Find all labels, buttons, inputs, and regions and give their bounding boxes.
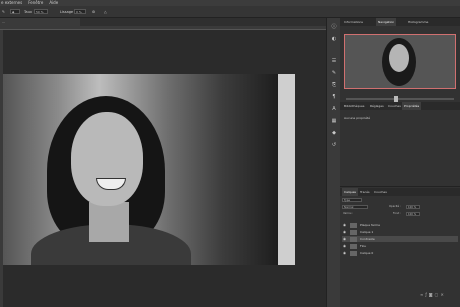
clone-icon[interactable]: ⎘ — [331, 82, 337, 88]
tab-navigation[interactable]: Navigation — [376, 18, 397, 26]
angle-icon[interactable]: △ — [104, 9, 107, 15]
char-icon[interactable]: A — [331, 106, 337, 112]
fill-label: Fond : — [393, 212, 401, 215]
mid-panel-tabs: Bibliothèques Réglages Couches Propriété… — [340, 102, 460, 110]
photo-neck — [89, 202, 129, 242]
layer-row[interactable]: ◉ Calque 1 — [342, 229, 458, 235]
document-canvas[interactable] — [3, 74, 295, 265]
properties-text: Aucune propriété — [344, 116, 370, 120]
lissage-field[interactable]: 0 % — [74, 9, 86, 14]
brush-size-picker[interactable]: ◆ — [10, 9, 20, 14]
document-tab[interactable]: ... — [0, 18, 80, 26]
document-tab-title: ... — [2, 20, 5, 24]
photo-face — [71, 112, 143, 206]
eye-icon[interactable]: ◉ — [343, 250, 346, 256]
layer-name: Calque 0 — [360, 251, 374, 255]
tab-bibliotheques[interactable]: Bibliothèques — [342, 102, 366, 110]
size-field[interactable]: 50 % — [34, 9, 48, 14]
layers-panel-tabs: Calques Tracés Couches — [340, 188, 460, 196]
tab-couches-layers[interactable]: Couches — [372, 188, 389, 196]
paragraph-icon[interactable]: ¶ — [331, 94, 337, 100]
eye-icon[interactable]: ◉ — [343, 229, 346, 235]
right-panel-dock: Informations Navigation Histogramme Bibl… — [340, 18, 460, 307]
trash-icon[interactable]: ✕ — [440, 292, 445, 297]
tool-preset-icon[interactable]: ✎ — [2, 9, 5, 15]
layer-thumbnail — [350, 222, 357, 228]
navigator-view-frame[interactable] — [344, 34, 456, 89]
tab-calques[interactable]: Calques — [342, 188, 358, 196]
brush-panel-icon[interactable]: ✎ — [331, 70, 337, 76]
document-tab-bar: ... — [0, 18, 330, 26]
layers-footer-icons: ∞ƒ◙▢✕ — [420, 292, 446, 297]
canvas-area[interactable] — [3, 30, 326, 307]
portrait-photo — [3, 74, 278, 265]
tab-histogramme[interactable]: Histogramme — [406, 18, 430, 26]
layer-name: Flou — [360, 244, 367, 248]
info-panel-icon[interactable]: ⓘ — [331, 24, 337, 30]
lock-label: Verrou : — [343, 212, 354, 215]
toolbox-strip: ⓘ ◐ ☰ ✎ ⎘ ¶ A ▦ ◆ ↺ — [326, 18, 341, 307]
styles-icon[interactable]: ◆ — [331, 130, 337, 136]
swatches-icon[interactable]: ▦ — [331, 118, 337, 124]
zoom-slider[interactable] — [346, 96, 454, 102]
layer-name: Contraste — [360, 237, 375, 241]
layer-kind-filter[interactable]: Type — [342, 198, 362, 202]
tab-couches[interactable]: Couches — [386, 102, 403, 110]
navigator-preview[interactable] — [344, 34, 456, 89]
layer-thumbnail — [350, 250, 357, 256]
settings-gear-icon[interactable]: ⚙ — [92, 9, 95, 15]
layer-row[interactable]: ◉ Contraste — [342, 236, 458, 242]
layer-row[interactable]: ◉ Plaque ferme — [342, 222, 458, 228]
layer-thumbnail — [350, 236, 357, 242]
tab-traces[interactable]: Tracés — [358, 188, 372, 196]
opacity-label: Opacité : — [389, 205, 401, 208]
layer-row[interactable]: ◉ Flou — [342, 243, 458, 249]
eye-icon[interactable]: ◉ — [343, 236, 346, 242]
tab-reglages[interactable]: Réglages — [368, 102, 386, 110]
opacity-field[interactable]: 100 % — [406, 205, 420, 209]
layers-divider — [340, 186, 460, 187]
options-bar: ✎ ◆ Taux 50 % Lissage : 0 % ⚙ △ — [0, 6, 460, 18]
tab-informations[interactable]: Informations — [342, 18, 365, 26]
size-label: Taux — [24, 10, 32, 14]
adjust-icon[interactable]: ☰ — [331, 58, 337, 64]
layer-name: Calque 1 — [360, 230, 374, 234]
history-icon[interactable]: ↺ — [331, 142, 337, 148]
fill-field[interactable]: 100 % — [406, 212, 420, 216]
layer-thumbnail — [350, 229, 357, 235]
layer-thumbnail — [350, 243, 357, 249]
layer-row[interactable]: ◉ Calque 0 — [342, 250, 458, 256]
blend-mode-select[interactable]: Normal — [342, 205, 368, 209]
navigator-panel-icon[interactable]: ◐ — [331, 36, 337, 42]
layer-name: Plaque ferme — [360, 223, 380, 227]
eye-icon[interactable]: ◉ — [343, 222, 346, 228]
top-panel-tabs: Informations Navigation Histogramme — [340, 18, 460, 26]
tab-proprietes[interactable]: Propriétés — [402, 102, 422, 110]
eye-icon[interactable]: ◉ — [343, 243, 346, 249]
